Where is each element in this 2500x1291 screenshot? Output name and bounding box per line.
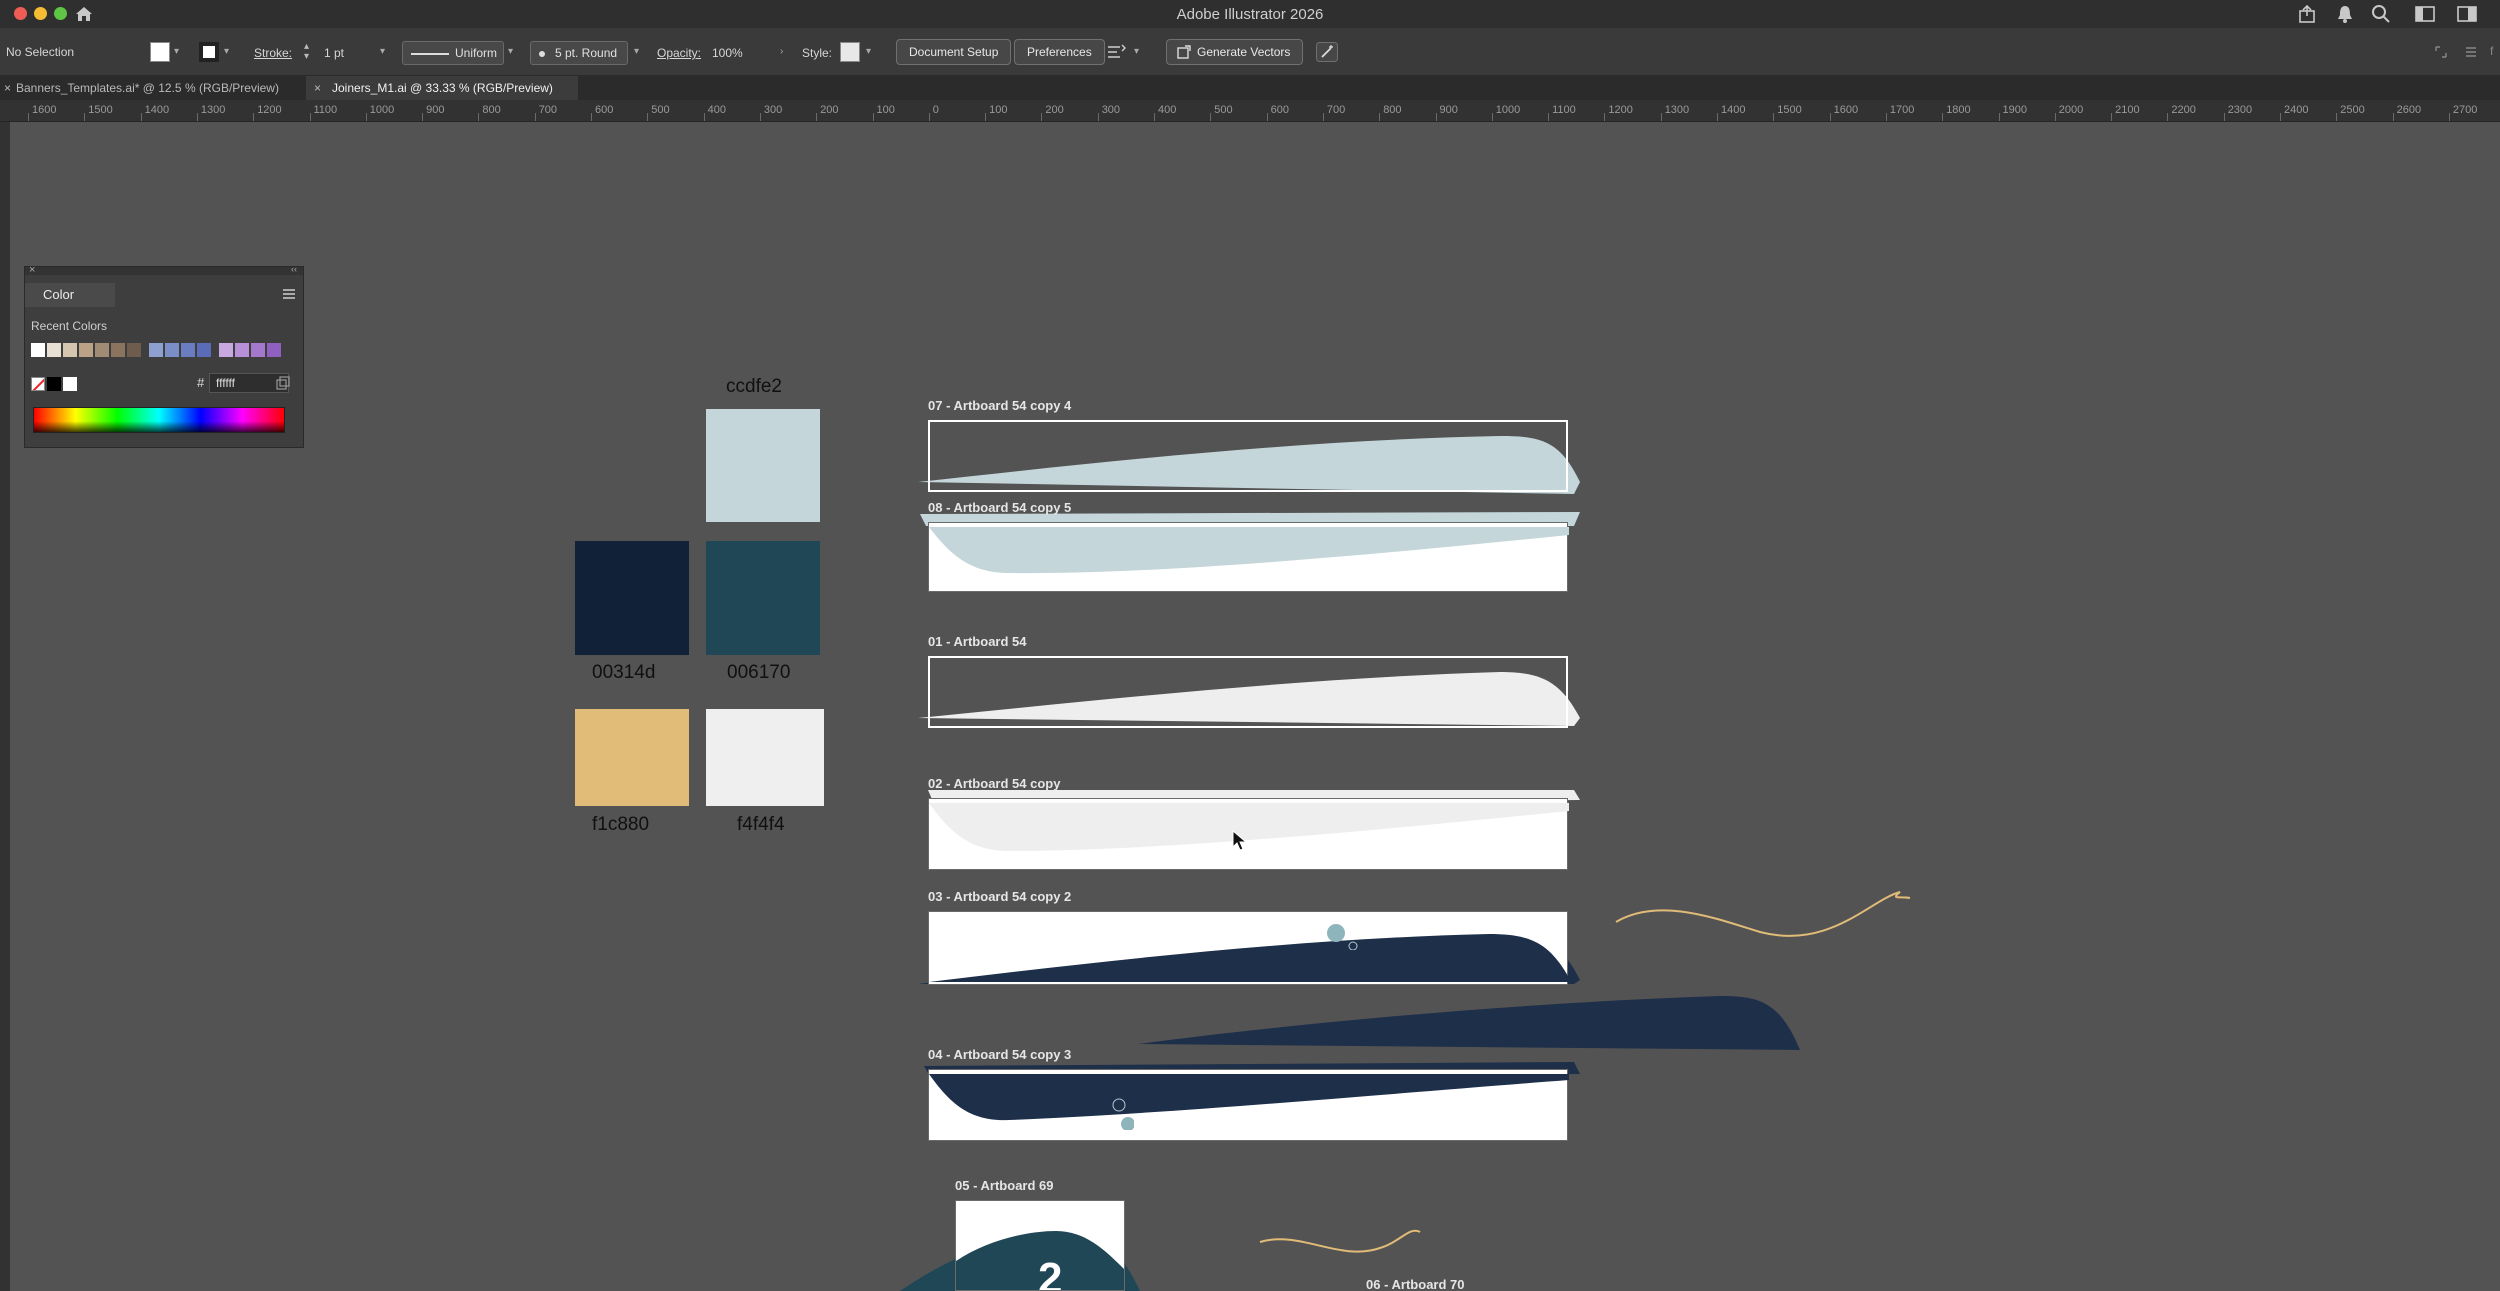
artboard-label-05[interactable]: 05 - Artboard 69 <box>955 1178 1054 1193</box>
artboard-07[interactable] <box>928 420 1568 492</box>
wave-shape-03-fill[interactable] <box>929 912 1569 986</box>
artboard-label-01[interactable]: 01 - Artboard 54 <box>928 634 1027 649</box>
artboard-04[interactable] <box>928 1069 1569 1142</box>
artboard-02[interactable] <box>928 798 1569 871</box>
artboard-08[interactable] <box>928 522 1569 593</box>
svg-text:2: 2 <box>1038 1254 1062 1291</box>
gold-squiggle-line-small[interactable] <box>1259 1229 1421 1253</box>
wave-shape-08[interactable] <box>929 523 1569 593</box>
swatch-ccdfe2[interactable] <box>706 409 820 522</box>
swatch-label-f4f4f4: f4f4f4 <box>737 814 785 835</box>
anchor-point-icon[interactable] <box>1324 922 1364 950</box>
swatch-f4f4f4[interactable] <box>706 709 824 806</box>
artboard-01[interactable] <box>928 656 1568 728</box>
swatch-00314d[interactable] <box>575 541 689 655</box>
floating-wave-shape[interactable] <box>1138 996 1800 1050</box>
swatch-label-00314d: 00314d <box>592 662 656 683</box>
swatch-006170[interactable] <box>706 541 820 655</box>
swatch-label-f1c880: f1c880 <box>592 814 650 835</box>
cursor-pointer-icon <box>1232 830 1248 851</box>
anchor-point-icon-2[interactable] <box>1104 1094 1134 1130</box>
artboard-03[interactable] <box>928 911 1569 986</box>
artboard-label-02[interactable]: 02 - Artboard 54 copy <box>928 776 1060 791</box>
swatch-f1c880[interactable] <box>575 709 689 806</box>
artboard-label-06[interactable]: 06 - Artboard 70 <box>1366 1277 1465 1291</box>
wave-shape-02[interactable] <box>929 799 1569 871</box>
artboard-05[interactable]: 2 <box>955 1200 1125 1291</box>
swatch-label-ccdfe2: ccdfe2 <box>726 376 782 397</box>
artboard-label-07[interactable]: 07 - Artboard 54 copy 4 <box>928 398 1071 413</box>
illustrator-window: Adobe Illustrator 2026 No Selection ▾ ▾ … <box>0 0 2500 1291</box>
artboard-label-04[interactable]: 04 - Artboard 54 copy 3 <box>928 1047 1071 1062</box>
swatch-label-006170: 006170 <box>727 662 791 683</box>
wave-shape-04[interactable] <box>929 1070 1569 1142</box>
artboard-label-03[interactable]: 03 - Artboard 54 copy 2 <box>928 889 1071 904</box>
artboard-label-08[interactable]: 08 - Artboard 54 copy 5 <box>928 500 1071 515</box>
gold-squiggle-line[interactable] <box>1615 891 1911 937</box>
teal-blob-in-artboard[interactable]: 2 <box>956 1201 1125 1291</box>
